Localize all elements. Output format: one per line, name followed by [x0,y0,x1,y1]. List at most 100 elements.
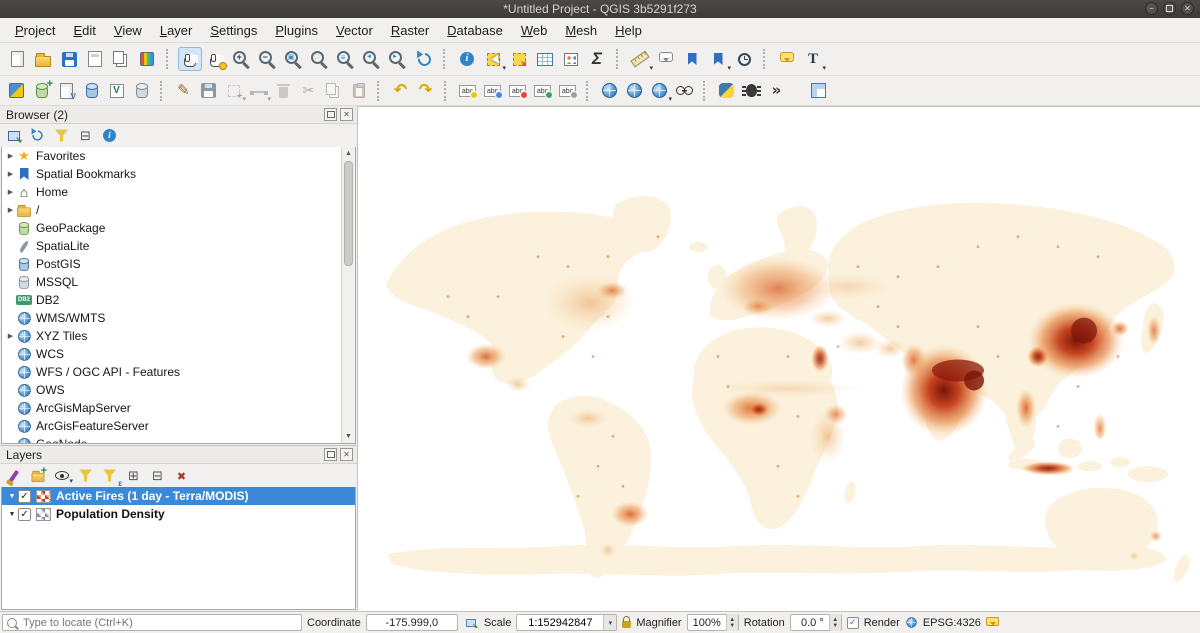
data-source-manager-button[interactable] [5,79,28,102]
layer-labeling-button[interactable] [456,79,479,102]
delete-selected-button[interactable] [272,79,295,102]
open-project-button[interactable] [31,47,55,71]
add-selected-layers-button[interactable] [4,126,23,145]
identify-features-button[interactable] [455,47,479,71]
chevron-down-icon[interactable] [603,614,616,631]
redo-button[interactable] [414,79,437,102]
coordinate-input[interactable] [366,614,458,631]
browser-item-home[interactable]: Home [2,183,341,201]
scale-lock-icon[interactable] [622,621,631,628]
browser-panel-header[interactable]: Browser (2) [0,106,357,124]
properties-widget-button[interactable] [100,126,119,145]
add-group-button[interactable] [28,466,47,485]
zoom-in-button[interactable] [230,47,254,71]
report-bug-button[interactable] [740,79,763,102]
deselect-features-button[interactable] [507,47,531,71]
menu-settings[interactable]: Settings [201,20,266,41]
pan-map-button[interactable] [178,47,202,71]
pin-labels-button[interactable] [506,79,529,102]
crs-globe-icon[interactable] [906,617,916,627]
text-annotation-button[interactable] [801,47,825,71]
collapse-all-button[interactable] [76,126,95,145]
extents-icon[interactable] [463,615,479,631]
metasearch-button[interactable] [598,79,621,102]
expand-arrow-icon[interactable] [5,188,16,196]
browser-item-wcs[interactable]: WCS [2,345,341,363]
undo-button[interactable] [389,79,412,102]
zoom-out-button[interactable] [256,47,280,71]
vertex-tool-button[interactable] [247,79,270,102]
python-console-button[interactable] [715,79,738,102]
zoom-next-button[interactable] [386,47,410,71]
close-button[interactable] [1181,2,1194,15]
browser-item-ows[interactable]: OWS [2,381,341,399]
close-icon[interactable] [340,448,353,461]
render-checkbox[interactable] [847,617,859,629]
web-services-button[interactable] [623,79,646,102]
map-tips-button[interactable] [654,47,678,71]
scroll-up-icon[interactable]: ▲ [342,147,355,160]
map-themes-button[interactable] [52,466,71,485]
browser-item-arcgis-mapserver[interactable]: ArcGisMapServer [2,399,341,417]
new-project-button[interactable] [5,47,29,71]
field-calculator-button[interactable] [559,47,583,71]
remove-layer-button[interactable] [172,466,191,485]
browser-item-spatialite[interactable]: SpatiaLite [2,237,341,255]
layer-item-population-density[interactable]: Population Density [2,505,355,523]
browser-item-db2[interactable]: DB2 [2,291,341,309]
expand-arrow-icon[interactable] [5,332,16,340]
paste-features-button[interactable] [347,79,370,102]
menu-vector[interactable]: Vector [327,20,382,41]
layer-item-active-fires[interactable]: Active Fires (1 day - Terra/MODIS) [2,487,355,505]
add-feature-button[interactable] [222,79,245,102]
menu-edit[interactable]: Edit [64,20,104,41]
measure-button[interactable] [628,47,652,71]
new-print-layout-button[interactable] [83,47,107,71]
layers-panel-header[interactable]: Layers [0,446,357,464]
style-manager-button[interactable] [135,47,159,71]
expand-arrow-icon[interactable] [5,206,16,214]
show-bookmarks-button[interactable] [706,47,730,71]
toggle-editing-button[interactable] [172,79,195,102]
rotation-spinner[interactable]: 0.0 ° ▲▼ [790,614,842,631]
menu-web[interactable]: Web [512,20,557,41]
cut-features-button[interactable] [297,79,320,102]
save-edits-button[interactable] [197,79,220,102]
new-scratch-layer-button[interactable] [130,79,153,102]
browser-item-spatial-bookmarks[interactable]: Spatial Bookmarks [2,165,341,183]
new-spatialite-button[interactable] [80,79,103,102]
new-geopackage-button[interactable] [30,79,53,102]
layer-styling-button[interactable] [4,466,23,485]
crs-label[interactable]: EPSG:4326 [923,617,981,629]
menu-database[interactable]: Database [438,20,512,41]
scroll-down-icon[interactable]: ▼ [342,430,355,443]
filter-legend-button[interactable] [76,466,95,485]
browser-item-favorites[interactable]: Favorites [2,147,341,165]
temporal-controller-button[interactable] [732,47,756,71]
open-attribute-table-button[interactable] [533,47,557,71]
scroll-thumb[interactable] [344,161,353,266]
zoom-last-button[interactable] [360,47,384,71]
toolbar-overflow-button[interactable] [765,79,788,102]
browser-item-root[interactable]: / [2,201,341,219]
menu-view[interactable]: View [105,20,151,41]
menu-layer[interactable]: Layer [151,20,202,41]
new-shapefile-button[interactable] [55,79,78,102]
layer-checkbox[interactable] [18,508,31,521]
save-project-button[interactable] [57,47,81,71]
browser-item-geonode[interactable]: GeoNode [2,435,341,444]
zoom-to-layer-button[interactable] [334,47,358,71]
refresh-browser-button[interactable] [28,126,47,145]
new-bookmark-button[interactable] [680,47,704,71]
spinner-arrows-icon[interactable]: ▲▼ [829,614,841,631]
browser-item-geopackage[interactable]: GeoPackage [2,219,341,237]
move-label-button[interactable] [556,79,579,102]
spinner-arrows-icon[interactable]: ▲▼ [726,614,738,631]
refresh-map-button[interactable] [412,47,436,71]
browser-item-xyz-tiles[interactable]: XYZ Tiles [2,327,341,345]
menu-project[interactable]: Project [6,20,64,41]
expand-all-button[interactable] [124,466,143,485]
browser-item-wfs[interactable]: WFS / OGC API - Features [2,363,341,381]
expand-arrow-icon[interactable] [5,170,16,178]
menu-help[interactable]: Help [606,20,651,41]
